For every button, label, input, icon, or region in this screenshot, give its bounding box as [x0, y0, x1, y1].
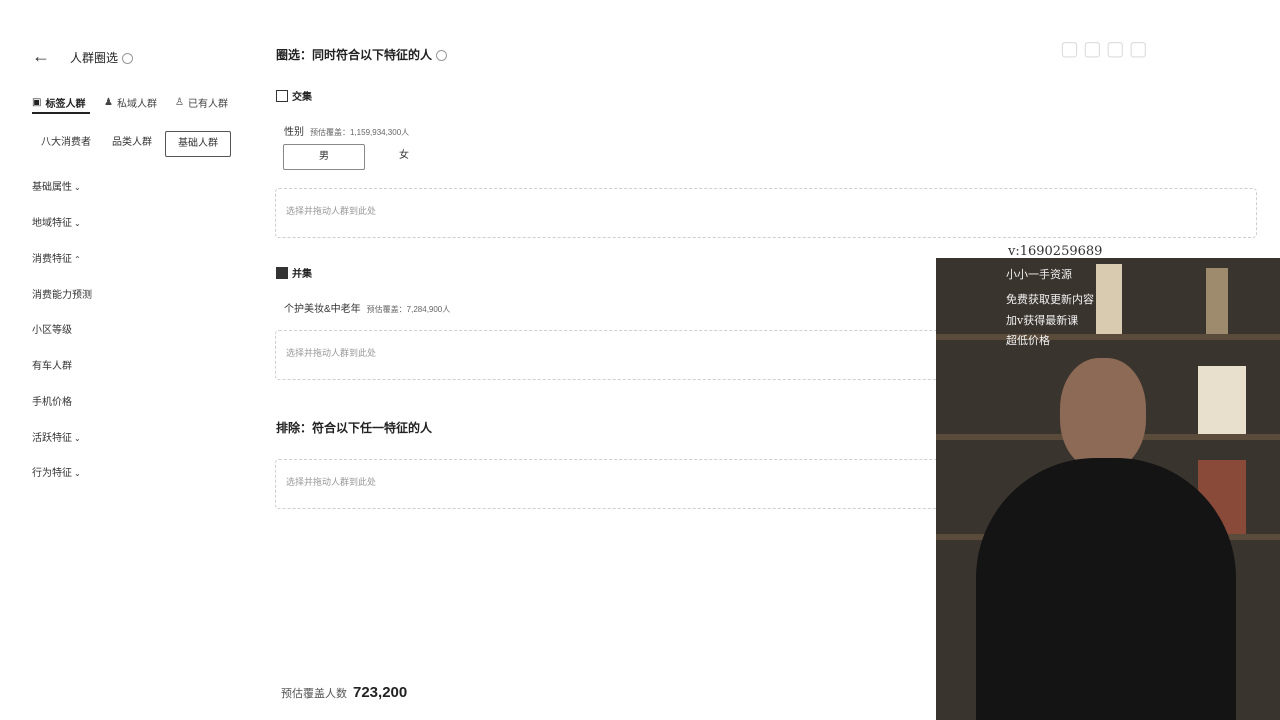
field-label: 个护美妆&中老年 [284, 304, 361, 315]
chevron-down-icon: ⌄ [74, 183, 81, 192]
tag-icon: ▣ [32, 97, 42, 108]
active-tab-indicator [32, 112, 90, 114]
dropzone-placeholder: 选择并拖动人群到此处 [286, 206, 377, 216]
category-label: 小区等级 [32, 325, 72, 336]
tab-tag-crowd[interactable]: ▣ 标签人群 [32, 95, 85, 110]
video-caption: 免费获取更新内容 [1006, 293, 1094, 306]
category-label: 活跃特征 [32, 433, 72, 444]
category-region[interactable]: 地域特征 ⌄ [32, 214, 81, 229]
union-icon [276, 266, 288, 279]
category-label: 消费特征 [32, 254, 72, 265]
category-phone-price[interactable]: 手机价格 [32, 393, 72, 408]
category-spending-power[interactable]: 消费能力预测 [32, 286, 92, 301]
coverage-value: 723,200 [353, 684, 408, 701]
intersection-icon [276, 89, 288, 102]
exclude-title: 排除：符合以下任一特征的人 [276, 421, 433, 435]
help-icon[interactable] [436, 50, 448, 62]
tab-private-crowd[interactable]: ♟ 私域人群 [104, 95, 157, 110]
field-estimate: 预估覆盖：1,159,934,300人 [310, 128, 410, 137]
tab-existing-crowd[interactable]: ♙ 已有人群 [175, 95, 228, 110]
tab-label: 标签人群 [45, 99, 86, 110]
category-label: 行为特征 [32, 468, 72, 479]
selection-title-text: 圈选：同时符合以下特征的人 [276, 48, 433, 62]
book [1198, 366, 1246, 434]
category-label: 有车人群 [32, 361, 72, 372]
watermark-logo: ▢▢▢▢ [1060, 38, 1152, 60]
category-consumption[interactable]: 消费特征 ⌃ [32, 250, 81, 265]
dropzone-placeholder: 选择并拖动人群到此处 [286, 477, 377, 487]
tab-label: 已有人群 [187, 99, 228, 110]
intersection-label: 交集 [292, 92, 312, 103]
video-caption: 小小一手资源 [1006, 268, 1072, 281]
presenter-jacket [976, 458, 1236, 720]
book [1096, 264, 1122, 334]
chevron-down-icon: ⌄ [74, 469, 81, 478]
union-label: 并集 [292, 269, 312, 280]
category-community-level[interactable]: 小区等级 [32, 321, 72, 336]
info-icon[interactable] [122, 53, 134, 65]
chevron-up-icon: ⌃ [74, 255, 81, 264]
category-behavior[interactable]: 行为特征 ⌄ [32, 464, 81, 479]
book [1206, 268, 1228, 334]
dropzone-placeholder: 选择并拖动人群到此处 [286, 348, 377, 358]
field-estimate: 预估覆盖：7,284,900人 [366, 305, 451, 314]
coverage-label: 预估覆盖人数 [281, 688, 347, 700]
category-activity[interactable]: 活跃特征 ⌄ [32, 429, 81, 444]
union-header: 并集 [276, 265, 312, 280]
tab-label: 私域人群 [116, 99, 157, 110]
presenter-video: 小小一手资源 免费获取更新内容 加v获得最新课 超低价格 [936, 258, 1280, 720]
person-icon: ♙ [175, 97, 184, 108]
gender-field: 性别 预估覆盖：1,159,934,300人 [284, 122, 409, 140]
category-label: 基础属性 [32, 182, 72, 193]
category-car-owners[interactable]: 有车人群 [32, 357, 72, 372]
category-label: 消费能力预测 [32, 290, 92, 301]
intersection-dropzone[interactable]: 选择并拖动人群到此处 [275, 188, 1257, 238]
subtab-basic-crowd[interactable]: 基础人群 [165, 131, 231, 157]
field-label: 性别 [284, 127, 304, 138]
coverage-footer: 预估覆盖人数 723,200 [281, 684, 407, 701]
selection-title: 圈选：同时符合以下特征的人 [276, 46, 448, 63]
presenter-head [1060, 358, 1146, 470]
intersection-header: 交集 [276, 88, 312, 103]
subtab-category-crowd[interactable]: 品类人群 [102, 131, 162, 155]
page-title: 人群圈选 [70, 49, 134, 66]
chevron-down-icon: ⌄ [74, 219, 81, 228]
contact-overlay: v:1690259689 [1008, 244, 1103, 259]
option-female[interactable]: 女 [384, 144, 424, 168]
chevron-down-icon: ⌄ [74, 434, 81, 443]
page-title-text: 人群圈选 [70, 51, 119, 65]
video-caption: 加v获得最新课 [1006, 314, 1079, 327]
category-basic-attributes[interactable]: 基础属性 ⌄ [32, 178, 81, 193]
group-icon: ♟ [104, 97, 113, 108]
subtab-eight-consumers[interactable]: 八大消费者 [34, 131, 98, 155]
back-arrow-icon[interactable]: ← [32, 47, 50, 65]
category-label: 手机价格 [32, 397, 72, 408]
video-caption: 超低价格 [1006, 334, 1050, 347]
option-male[interactable]: 男 [283, 144, 365, 170]
bookshelf [936, 334, 1280, 340]
category-label: 地域特征 [32, 218, 72, 229]
union-field: 个护美妆&中老年 预估覆盖：7,284,900人 [284, 299, 450, 317]
